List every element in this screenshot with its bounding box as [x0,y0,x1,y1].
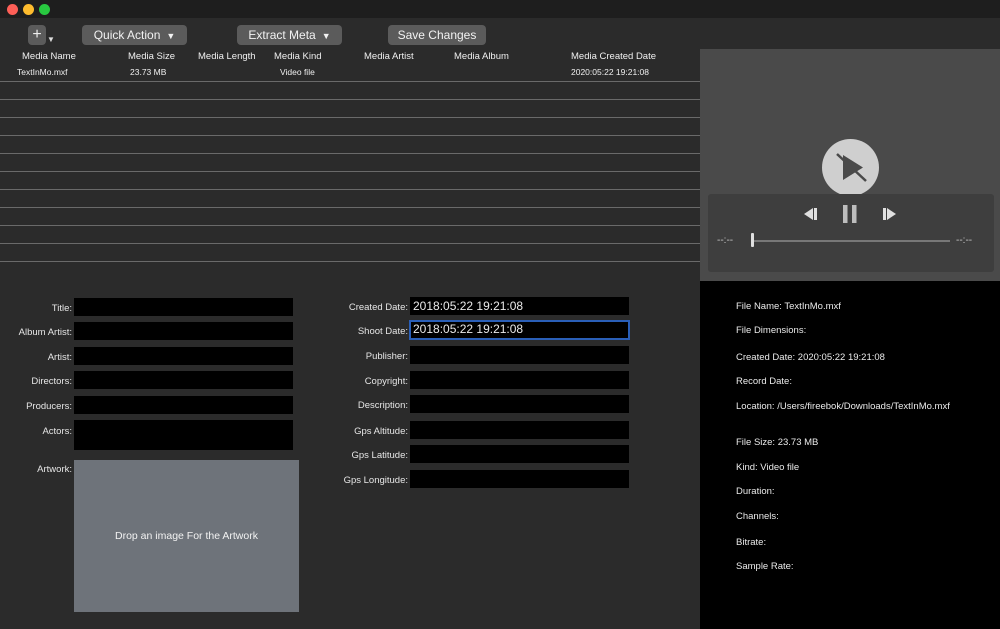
info-channels: Channels: [736,511,779,522]
media-table: Media Name Media Size Media Length Media… [0,49,700,279]
extract-meta-button[interactable]: Extract Meta ▼ [237,25,342,45]
table-row[interactable] [0,244,700,262]
column-header-media-length[interactable]: Media Length [198,51,256,62]
producers-field[interactable] [74,396,293,414]
table-row[interactable] [0,208,700,226]
table-header: Media Name Media Size Media Length Media… [0,49,700,64]
step-forward-icon[interactable] [881,206,899,222]
table-row[interactable] [0,226,700,244]
copyright-label: Copyright: [364,376,408,387]
shoot-date-label: Shoot Date: [357,326,408,337]
metadata-form: Title: Album Artist: Artist: Directors: … [0,281,700,629]
table-row[interactable]: TextInMo.mxf 23.73 MB Video file 2020:05… [0,64,700,82]
artwork-drop-zone[interactable]: Drop an image For the Artwork [74,460,299,612]
gps-longitude-field[interactable] [410,470,629,488]
play-disabled-icon [836,153,867,182]
toolbar: + ▼ Quick Action ▼ Extract Meta ▼ Save Cha… [0,18,1000,49]
table-row[interactable] [0,190,700,208]
producers-label: Producers: [26,401,72,412]
publisher-label: Publisher: [365,351,408,362]
column-header-media-size[interactable]: Media Size [128,51,175,62]
playback-slider-thumb[interactable] [751,233,754,247]
info-record-date: Record Date: [736,376,792,387]
gps-latitude-label: Gps Latitude: [351,450,408,461]
caret-down-icon: ▼ [321,31,331,41]
actors-field[interactable] [74,420,293,450]
table-row[interactable] [0,172,700,190]
album-artist-label: Album Artist: [18,327,72,338]
shoot-date-field[interactable]: 2018:05:22 19:21:08 [409,320,630,340]
chevron-down-icon[interactable]: ▼ [47,35,55,44]
title-bar [0,0,1000,18]
artwork-hint: Drop an image For the Artwork [115,530,258,542]
table-row[interactable] [0,136,700,154]
directors-field[interactable] [74,371,293,389]
close-window-button[interactable] [7,4,18,15]
zoom-window-button[interactable] [39,4,50,15]
cell-media-size: 23.73 MB [130,67,167,77]
publisher-field[interactable] [410,346,629,364]
title-field[interactable] [74,298,293,316]
playback-slider-track[interactable] [752,240,950,242]
table-row[interactable] [0,262,700,279]
title-label: Title: [51,303,72,314]
column-header-media-album[interactable]: Media Album [454,51,509,62]
playback-controls: --:-- --:-- [708,194,994,272]
table-row[interactable] [0,82,700,100]
add-file-button[interactable]: + [28,25,46,45]
description-field[interactable] [410,395,629,413]
artwork-label: Artwork: [37,464,72,475]
step-backward-icon[interactable] [801,206,819,222]
table-row[interactable] [0,154,700,172]
column-header-media-kind[interactable]: Media Kind [274,51,322,62]
column-header-media-created-date[interactable]: Media Created Date [571,51,656,62]
info-file-size: File Size: 23.73 MB [736,437,819,448]
caret-down-icon: ▼ [166,31,176,41]
artist-label: Artist: [47,352,72,363]
copyright-field[interactable] [410,371,629,389]
info-file-name: File Name: TextInMo.mxf [736,301,841,312]
info-sample-rate: Sample Rate: [736,561,794,572]
column-header-media-artist[interactable]: Media Artist [364,51,414,62]
created-date-label: Created Date: [348,302,408,313]
minimize-window-button[interactable] [23,4,34,15]
gps-altitude-field[interactable] [410,421,629,439]
info-location: Location: /Users/fireebok/Downloads/Text… [736,401,950,412]
artist-field[interactable] [74,347,293,365]
gps-latitude-field[interactable] [410,445,629,463]
table-row[interactable] [0,100,700,118]
play-button[interactable] [822,139,879,196]
quick-action-label: Quick Action [93,28,161,42]
description-label: Description: [357,400,408,411]
created-date-field[interactable]: 2018:05:22 19:21:08 [410,297,629,315]
info-duration: Duration: [736,486,775,497]
save-changes-button[interactable]: Save Changes [388,25,486,45]
info-file-dimensions: File Dimensions: [736,325,807,336]
media-player: --:-- --:-- [700,49,1000,281]
directors-label: Directors: [31,376,72,387]
pause-icon[interactable] [841,204,859,224]
actors-label: Actors: [42,426,72,437]
table-row[interactable] [0,118,700,136]
extract-meta-label: Extract Meta [248,28,316,42]
elapsed-time: --:-- [717,235,734,246]
info-kind: Kind: Video file [736,462,800,473]
gps-altitude-label: Gps Altitude: [354,426,408,437]
album-artist-field[interactable] [74,322,293,340]
cell-media-name: TextInMo.mxf [17,67,68,77]
column-header-media-name[interactable]: Media Name [22,51,76,62]
remaining-time: --:-- [956,235,973,246]
file-info-panel: File Name: TextInMo.mxf File Dimensions:… [700,281,1000,629]
cell-media-kind: Video file [280,67,315,77]
cell-media-created-date: 2020:05:22 19:21:08 [571,67,649,77]
info-created-date: Created Date: 2020:05:22 19:21:08 [736,352,885,363]
quick-action-button[interactable]: Quick Action ▼ [82,25,187,45]
gps-longitude-label: Gps Longitude: [343,475,408,486]
info-bitrate: Bitrate: [736,537,767,548]
